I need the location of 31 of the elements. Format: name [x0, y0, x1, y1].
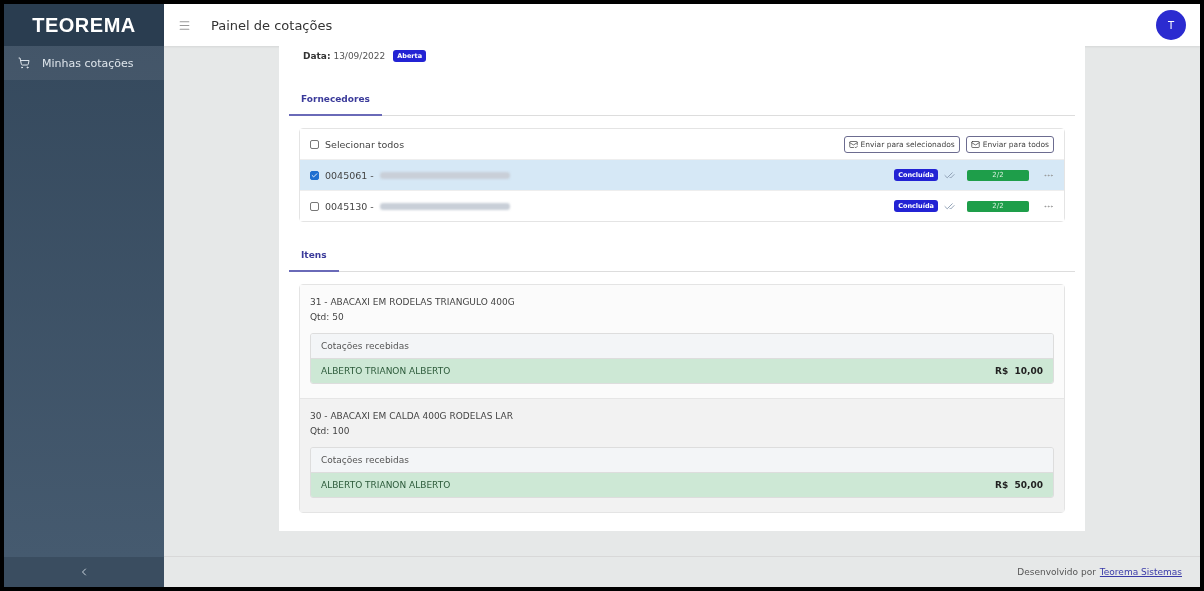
- quote-price: R$ 50,00: [995, 480, 1043, 490]
- supplier-name: ALBERTO TRIANON ALBERTO: [321, 480, 451, 490]
- items-tab[interactable]: Itens: [289, 240, 339, 272]
- item-title: 30 - ABACAXI EM CALDA 400G RODELAS LAR: [310, 410, 514, 423]
- item-title: 31 - ABACAXI EM RODELAS TRIANGULO 400G: [310, 296, 516, 309]
- double-check-icon: [944, 200, 955, 212]
- supplier-name: ALBERTO TRIANON ALBERTO: [321, 366, 451, 376]
- item-quantity: Qtd: 100: [310, 425, 351, 438]
- mail-icon: [970, 139, 980, 149]
- item-quantity: Qtd: 50: [310, 311, 345, 324]
- page-title: Painel de cotações: [211, 17, 334, 33]
- footer-link[interactable]: Teorema Sistemas: [1099, 567, 1182, 577]
- date-text: Data: 13/09/2022: [303, 51, 386, 61]
- quote-price: R$ 10,00: [995, 366, 1043, 376]
- checkbox[interactable]: [310, 139, 319, 149]
- mail-check-icon: [848, 139, 858, 149]
- supplier-code: 0045130 -: [325, 200, 374, 212]
- select-all-label: Selecionar todos: [325, 138, 405, 150]
- menu-icon[interactable]: [178, 18, 191, 32]
- user-avatar[interactable]: T: [1156, 10, 1186, 40]
- footer-text: Desenvolvido por: [1017, 567, 1096, 577]
- double-check-icon: [944, 169, 955, 181]
- quotes-heading: Cotações recebidas: [311, 334, 1053, 359]
- checkbox[interactable]: [310, 170, 319, 180]
- sidebar-item[interactable]: Minhas cotações: [4, 46, 164, 80]
- quotes-heading: Cotações recebidas: [311, 448, 1053, 473]
- checkbox[interactable]: [310, 201, 319, 211]
- logo: TEOREMA: [4, 4, 164, 46]
- suppliers-tab[interactable]: Fornecedores: [289, 84, 382, 116]
- cart-icon: [18, 57, 30, 69]
- supplier-code: 0045061 -: [325, 169, 374, 181]
